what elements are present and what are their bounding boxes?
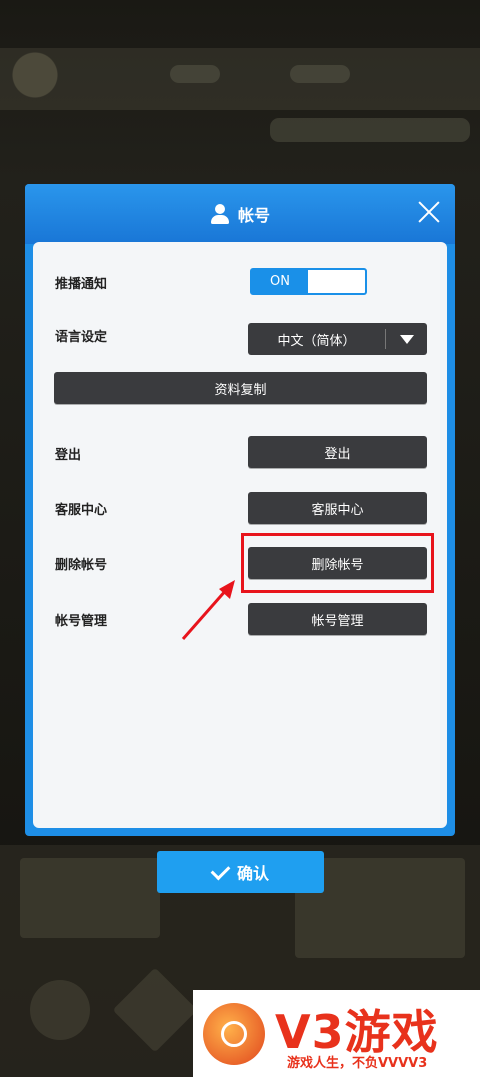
- dialog-header: 帐号: [25, 184, 455, 244]
- background-chip: [270, 118, 470, 142]
- copy-data-button[interactable]: 资料复制: [54, 372, 427, 404]
- confirm-button[interactable]: 确认: [157, 851, 324, 893]
- background-chip: [170, 65, 220, 83]
- background-icon: [30, 980, 90, 1040]
- logout-button[interactable]: 登出: [248, 436, 427, 468]
- background-banner: [20, 858, 160, 938]
- account-dialog: 帐号 推播通知 ON 语言设定 中文（简体） 资料复制 登出 登出 客服中心 客…: [25, 184, 455, 836]
- language-value: 中文（简体）: [277, 333, 356, 349]
- watermark-slogan: 游戏人生，不负VVVV3: [287, 1056, 428, 1071]
- toggle-on-label: ON: [252, 270, 308, 293]
- language-label: 语言设定: [55, 330, 108, 345]
- account-manage-button[interactable]: 帐号管理: [248, 603, 427, 635]
- dialog-title: 帐号: [237, 206, 270, 225]
- push-notification-toggle[interactable]: ON: [250, 268, 367, 295]
- background-chip: [290, 65, 350, 83]
- user-icon: [210, 204, 230, 224]
- language-select[interactable]: 中文（简体）: [248, 323, 427, 355]
- support-button[interactable]: 客服中心: [248, 492, 427, 524]
- close-icon[interactable]: [417, 200, 441, 224]
- check-icon: [210, 860, 231, 880]
- annotation-arrow-icon: [181, 580, 235, 640]
- background-top-bar: [0, 48, 480, 110]
- confirm-label: 确认: [236, 864, 269, 883]
- support-label: 客服中心: [55, 503, 108, 518]
- delete-account-label: 删除帐号: [55, 558, 108, 573]
- account-manage-label: 帐号管理: [55, 614, 108, 629]
- dropdown-arrow-icon[interactable]: [386, 334, 427, 344]
- logout-label: 登出: [55, 448, 82, 463]
- watermark: V3游戏 游戏人生，不负VVVV3: [193, 990, 480, 1077]
- highlight-box: [241, 533, 434, 593]
- push-notification-label: 推播通知: [55, 277, 108, 292]
- music-logo-icon: [203, 1003, 265, 1065]
